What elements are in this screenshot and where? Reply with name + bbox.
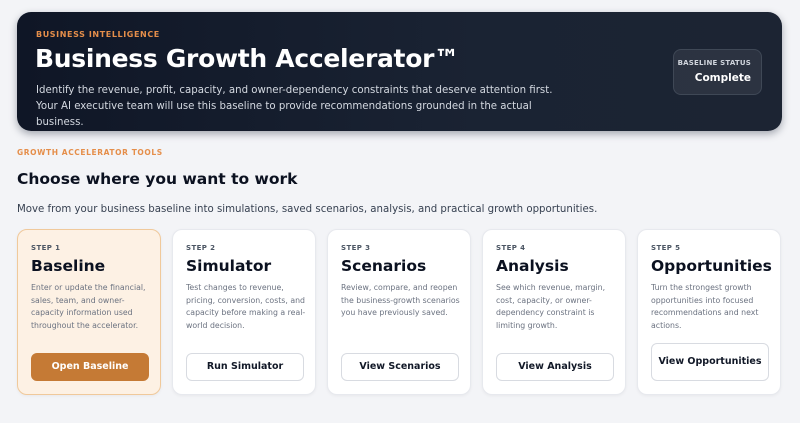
card-simulator: STEP 2 Simulator Test changes to revenue… (172, 229, 316, 395)
card-opportunities: STEP 5 Opportunities Turn the strongest … (637, 229, 781, 395)
open-baseline-button[interactable]: Open Baseline (31, 353, 149, 381)
tools-eyebrow: GROWTH ACCELERATOR TOOLS (17, 148, 163, 157)
status-label: BASELINE STATUS (677, 59, 751, 67)
status-value: Complete (694, 72, 751, 84)
hero-banner: BUSINESS INTELLIGENCE Business Growth Ac… (17, 12, 782, 131)
card-description: Review, compare, and reopen the business… (341, 283, 460, 317)
section-title: Choose where you want to work (17, 170, 298, 188)
card-scenarios: STEP 3 Scenarios Review, compare, and re… (327, 229, 471, 395)
card-step: STEP 2 (186, 244, 216, 252)
card-step: STEP 4 (496, 244, 526, 252)
baseline-status-badge: BASELINE STATUS Complete (673, 49, 762, 95)
card-step: STEP 5 (651, 244, 681, 252)
view-scenarios-button[interactable]: View Scenarios (341, 353, 459, 381)
card-analysis: STEP 4 Analysis See which revenue, margi… (482, 229, 626, 395)
hero-eyebrow: BUSINESS INTELLIGENCE (36, 30, 160, 39)
card-title: Scenarios (341, 257, 427, 275)
card-step: STEP 1 (31, 244, 61, 252)
card-title: Baseline (31, 257, 106, 275)
view-analysis-button[interactable]: View Analysis (496, 353, 614, 381)
hero-description: Identify the revenue, profit, capacity, … (36, 85, 553, 128)
card-description: Turn the strongest growth opportunities … (651, 283, 759, 330)
card-baseline: STEP 1 Baseline Enter or update the fina… (17, 229, 161, 395)
section-description: Move from your business baseline into si… (17, 204, 598, 215)
card-description: Enter or update the financial, sales, te… (31, 283, 146, 330)
card-title: Analysis (496, 257, 569, 275)
card-title: Simulator (186, 257, 272, 275)
page-title: Business Growth Accelerator™ (35, 44, 459, 73)
card-description: Test changes to revenue, pricing, conver… (186, 283, 306, 330)
view-opportunities-button[interactable]: View Opportunities (651, 343, 769, 381)
run-simulator-button[interactable]: Run Simulator (186, 353, 304, 381)
card-description: See which revenue, margin, cost, capacit… (496, 283, 606, 330)
card-step: STEP 3 (341, 244, 371, 252)
card-title: Opportunities (651, 257, 772, 275)
